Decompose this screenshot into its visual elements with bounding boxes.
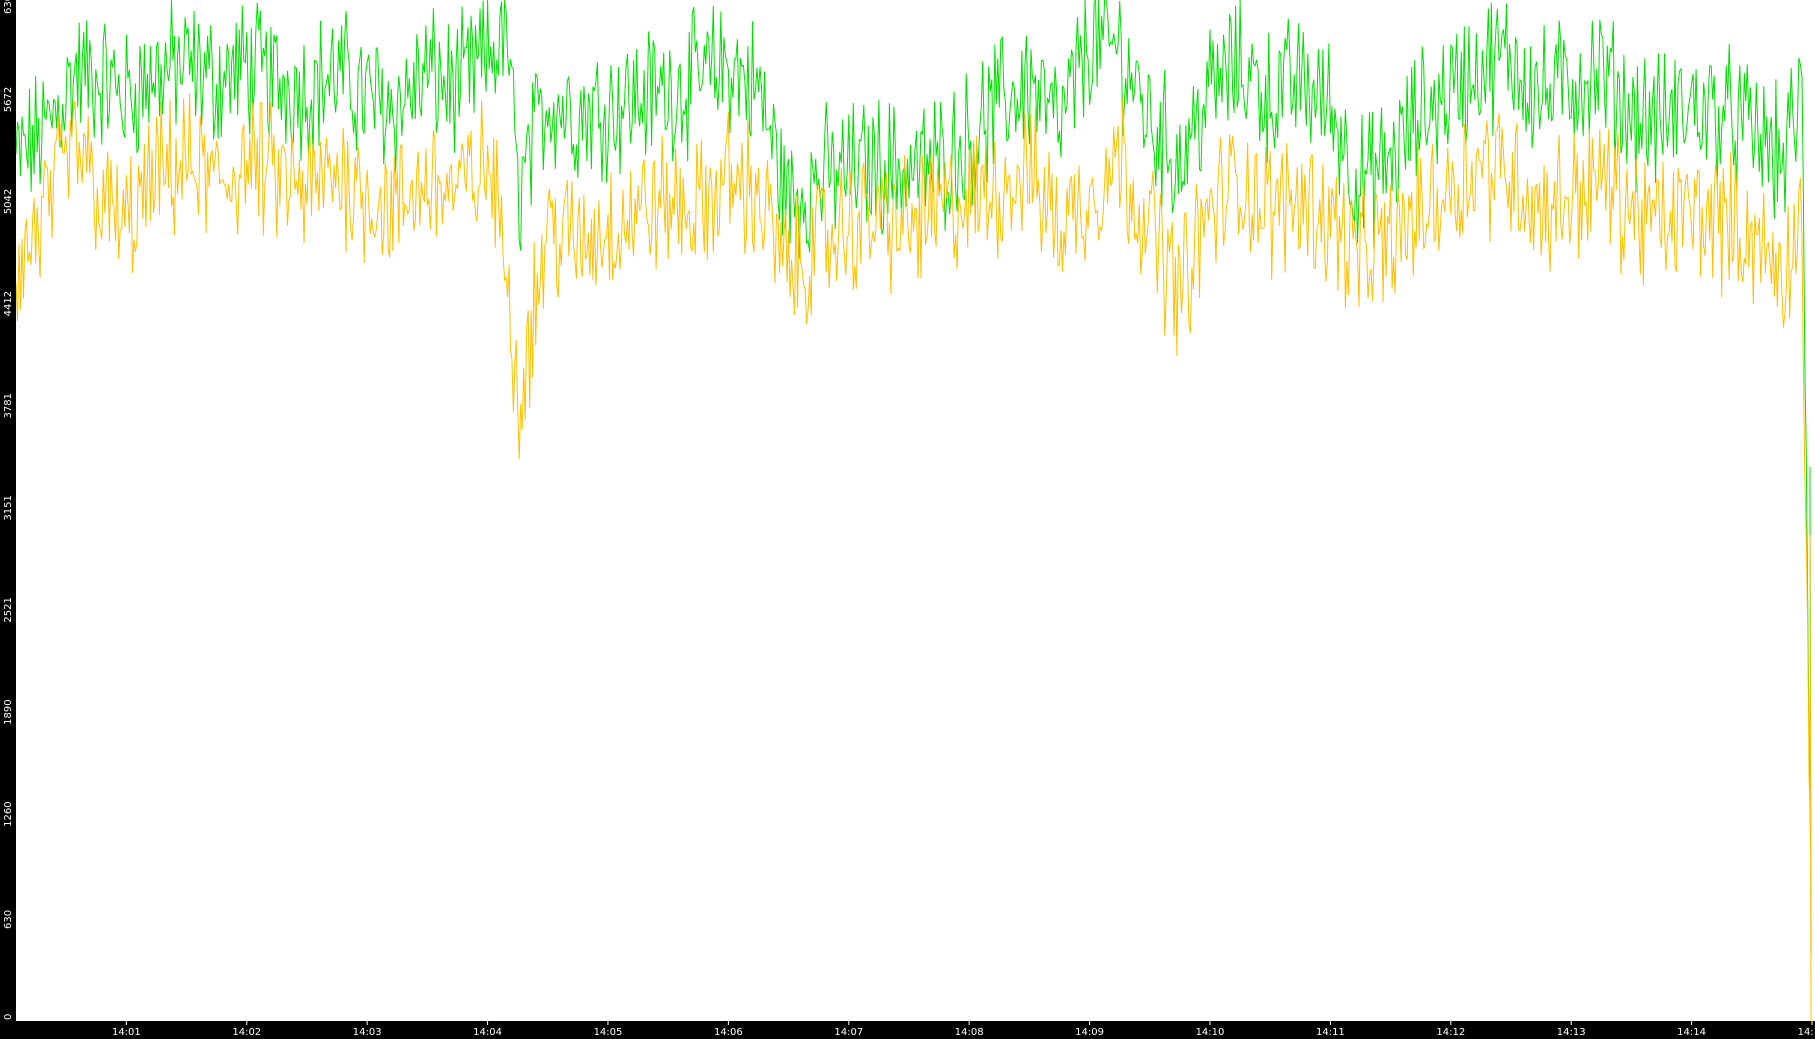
y-tick-label: 2521 xyxy=(3,597,14,622)
x-tick-label: 14:13 xyxy=(1557,1027,1586,1038)
y-tick-label: 630 xyxy=(3,910,14,929)
y-tick-label: 6303 xyxy=(3,0,14,14)
y-tick-label: 1260 xyxy=(3,801,14,826)
x-tick-label: 14:03 xyxy=(353,1027,382,1038)
x-tick-label: 14:05 xyxy=(594,1027,623,1038)
line-chart: 0 630 1260 1890 2521 3151 3781 4412 5042 5672 6303… xyxy=(0,0,1815,1039)
x-tick-label: 14:02 xyxy=(232,1027,261,1038)
x-tick-label: 14:09 xyxy=(1075,1027,1104,1038)
x-tick-label: 14:01 xyxy=(112,1027,141,1038)
y-tick-label: 3151 xyxy=(3,495,14,520)
y-tick-label: 3781 xyxy=(3,393,14,418)
y-tick-label: 0 xyxy=(3,1014,14,1020)
y-tick-label: 1890 xyxy=(3,699,14,724)
x-tick-label: 14:11 xyxy=(1316,1027,1345,1038)
x-tick-label: 14:10 xyxy=(1196,1027,1225,1038)
x-tick-label: 14:06 xyxy=(714,1027,743,1038)
x-tick-label: 14:12 xyxy=(1436,1027,1465,1038)
y-tick-label: 5042 xyxy=(3,189,14,214)
x-tick-label: 14:04 xyxy=(473,1027,502,1038)
y-tick-label: 5672 xyxy=(3,87,14,112)
x-tick-label: 14:07 xyxy=(834,1027,863,1038)
x-tick-label: 14:08 xyxy=(955,1027,984,1038)
x-tick-label: 14:15 xyxy=(1798,1027,1815,1038)
y-tick-label: 4412 xyxy=(3,291,14,316)
x-axis-band xyxy=(0,1021,1815,1039)
x-tick-label: 14:14 xyxy=(1677,1027,1706,1038)
